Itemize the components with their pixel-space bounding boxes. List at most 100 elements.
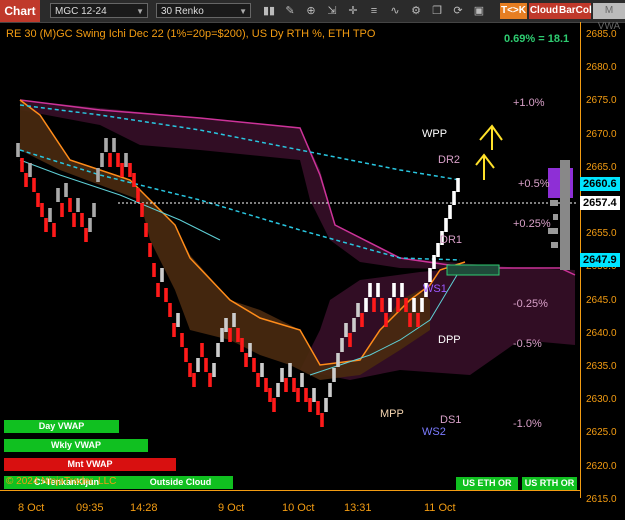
day-vwap-toggle[interactable]: Day VWAP — [4, 420, 119, 433]
time-tick: 11 Oct — [424, 502, 456, 514]
renko-bar — [84, 228, 88, 242]
chart-title: RE 30 (M)GC Swing Ichi Dec 22 (1%=20p=$2… — [6, 28, 376, 40]
renko-bar — [392, 283, 396, 297]
renko-bar — [328, 383, 332, 397]
pivot-ws1: WS1 — [423, 283, 447, 295]
time-tick: 09:35 — [76, 502, 104, 514]
day-vwap-line — [19, 159, 221, 241]
renko-bar — [340, 338, 344, 352]
renko-bar — [400, 283, 404, 297]
price-tick: 2685.0 — [586, 29, 617, 40]
renko-bar — [192, 373, 196, 387]
renko-bar — [284, 378, 288, 392]
renko-bar — [376, 283, 380, 297]
renko-bar — [140, 203, 144, 217]
renko-bar — [124, 153, 128, 167]
renko-bar — [120, 163, 124, 177]
renko-bar — [56, 188, 60, 202]
renko-bar — [344, 323, 348, 337]
renko-bar — [204, 358, 208, 372]
renko-bar — [432, 255, 436, 269]
renko-bar — [68, 198, 72, 212]
renko-bar — [368, 283, 372, 297]
wkly-vwap-toggle[interactable]: Wkly VWAP — [4, 439, 148, 452]
renko-bar — [196, 358, 200, 372]
renko-bar — [252, 358, 256, 372]
renko-bar — [160, 268, 164, 282]
copyright-text: © 2024 NinjaTrader, LLC — [6, 476, 117, 487]
renko-bar — [348, 333, 352, 347]
or-box — [446, 264, 500, 276]
renko-bar — [372, 298, 376, 312]
renko-bar — [420, 298, 424, 312]
level-minus025: -0.25% — [513, 298, 548, 310]
renko-bar — [404, 298, 408, 312]
renko-bar — [324, 398, 328, 412]
renko-bar — [48, 208, 52, 222]
annotation-arrow-1 — [479, 124, 503, 150]
price-tick: 2615.0 — [586, 493, 617, 505]
renko-bar — [208, 373, 212, 387]
price-tag-green: 2660.6 — [580, 177, 620, 191]
renko-bar — [412, 298, 416, 312]
price-tick: 2665.0 — [586, 161, 617, 173]
renko-bar — [32, 178, 36, 192]
renko-bar — [212, 363, 216, 377]
renko-bar — [116, 153, 120, 167]
cloud-status[interactable]: Outside Cloud — [128, 476, 233, 489]
level-plus05: +0.5% — [518, 178, 550, 190]
renko-bar — [268, 388, 272, 402]
renko-bar — [80, 213, 84, 227]
price-tick: 2645.0 — [586, 294, 617, 306]
renko-bar — [64, 183, 68, 197]
renko-bar — [352, 318, 356, 332]
renko-bar — [16, 143, 20, 157]
price-tick: 2655.0 — [586, 228, 617, 240]
renko-bar — [60, 203, 64, 217]
renko-bar — [360, 313, 364, 327]
renko-bar — [444, 218, 448, 232]
renko-bar — [24, 173, 28, 187]
renko-bar — [88, 218, 92, 232]
renko-bar — [28, 163, 32, 177]
price-tick: 2670.0 — [586, 128, 617, 140]
renko-bar — [416, 313, 420, 327]
renko-bar — [40, 203, 44, 217]
renko-bar — [136, 188, 140, 202]
renko-bar — [76, 198, 80, 212]
mnt-vwap-toggle[interactable]: Mnt VWAP — [4, 458, 176, 471]
renko-bar — [216, 343, 220, 357]
renko-bar — [276, 383, 280, 397]
renko-bar — [316, 401, 320, 415]
renko-bar — [144, 223, 148, 237]
level-plus025: +0.25% — [513, 218, 551, 230]
price-tick: 2680.0 — [586, 62, 617, 74]
renko-bar — [300, 373, 304, 387]
renko-bar — [220, 328, 224, 342]
renko-bar — [232, 313, 236, 327]
renko-bar — [44, 218, 48, 232]
us-eth-or-toggle[interactable]: US ETH OR — [456, 477, 518, 490]
pivot-dpp: DPP — [438, 334, 461, 346]
pivot-ds1: DS1 — [440, 414, 462, 426]
price-tick: 2630.0 — [586, 394, 617, 406]
change-readout: 0.69% = 18.1 — [504, 33, 570, 45]
renko-bar — [256, 373, 260, 387]
price-tick: 2675.0 — [586, 95, 617, 107]
renko-bar — [236, 328, 240, 342]
renko-bar — [336, 353, 340, 367]
us-rth-or-toggle[interactable]: US RTH OR — [522, 477, 577, 490]
renko-bar — [260, 363, 264, 377]
renko-bar — [388, 298, 392, 312]
renko-bar — [200, 343, 204, 357]
renko-bar — [292, 378, 296, 392]
level-minus1: -1.0% — [513, 418, 542, 430]
renko-bar — [304, 388, 308, 402]
renko-bar — [312, 388, 316, 402]
renko-bar — [188, 363, 192, 377]
renko-bar — [288, 363, 292, 377]
time-tick: 10 Oct — [282, 502, 315, 514]
renko-bar — [100, 153, 104, 167]
renko-bar — [132, 173, 136, 187]
renko-bar — [248, 343, 252, 357]
